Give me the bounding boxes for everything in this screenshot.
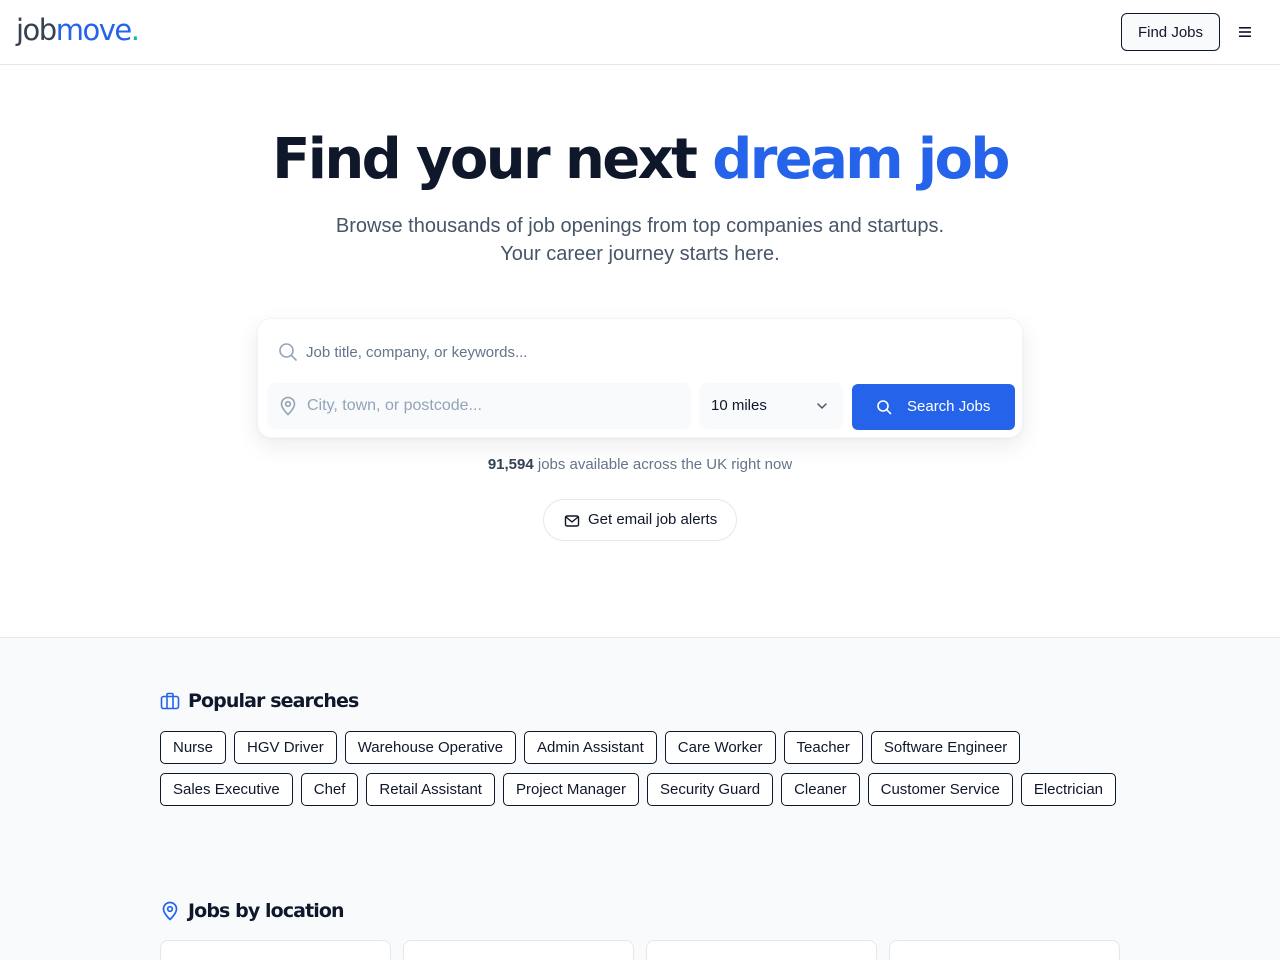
popular-search-chip[interactable]: Nurse [160, 731, 227, 764]
popular-search-chip[interactable]: Customer Service [867, 773, 1013, 806]
location-card[interactable] [889, 940, 1120, 960]
hero-subtitle-line2: Your career journey starts here. [500, 243, 780, 265]
location-cards [160, 940, 1120, 960]
chevron-down-icon [817, 403, 827, 409]
popular-search-chip[interactable]: Sales Executive [160, 773, 293, 806]
jobs-count-number: 91,594 [487, 456, 534, 473]
popular-search-chip[interactable]: Retail Assistant [366, 773, 495, 806]
search-jobs-button[interactable]: Search Jobs [852, 384, 1015, 430]
popular-search-chip[interactable]: Warehouse Operative [344, 731, 517, 764]
popular-search-chip[interactable]: Admin Assistant [524, 731, 657, 764]
logo-text-move: move [55, 13, 133, 47]
popular-searches-title: Popular searches [188, 690, 359, 712]
map-pin-icon [280, 396, 296, 416]
location-input[interactable] [307, 383, 687, 429]
popular-search-chip[interactable]: Chef [300, 773, 359, 806]
popular-search-chip[interactable]: Software Engineer [870, 731, 1021, 764]
map-pin-icon [162, 901, 178, 921]
hamburger-menu-icon [1239, 27, 1251, 37]
popular-search-chip[interactable]: Care Worker [664, 731, 776, 764]
lower-section: Popular searches Nurse HGV Driver Wareho… [0, 637, 1280, 960]
popular-search-chip[interactable]: Cleaner [781, 773, 860, 806]
popular-search-chip[interactable]: Electrician [1020, 773, 1117, 806]
keyword-row [268, 329, 1014, 375]
location-card[interactable] [160, 940, 391, 960]
radius-select[interactable]: 10 miles [699, 383, 843, 429]
location-field[interactable] [267, 383, 691, 429]
email-job-alerts-label: Get email job alerts [588, 511, 718, 528]
menu-button[interactable] [1234, 22, 1258, 42]
jobs-count-suffix: jobs available across the UK right now [533, 456, 793, 473]
popular-search-chip[interactable]: Project Manager [502, 773, 640, 806]
hero-title: Find your next dream job [0, 124, 1280, 196]
site-header: jobmove. Find Jobs [0, 0, 1280, 65]
jobs-by-location-heading: Jobs by location [160, 898, 345, 924]
hero-subtitle: Browse thousands of job openings from to… [0, 212, 1280, 268]
find-jobs-button[interactable]: Find Jobs [1121, 13, 1220, 51]
logo-text-dot: . [130, 13, 140, 47]
radius-select-value: 10 miles [711, 397, 767, 414]
briefcase-icon [160, 692, 180, 710]
hero-title-accent: dream job [712, 127, 1010, 192]
search-card: 10 miles Search Jobs [257, 318, 1023, 438]
jobmove-logo[interactable]: jobmove. [16, 12, 140, 48]
email-job-alerts-button[interactable]: Get email job alerts [543, 499, 737, 541]
hero-subtitle-line1: Browse thousands of job openings from to… [335, 215, 945, 237]
location-card[interactable] [403, 940, 634, 960]
mail-icon [564, 515, 580, 527]
popular-searches-list: Nurse HGV Driver Warehouse Operative Adm… [160, 731, 1120, 806]
hero-title-main: Find your next [272, 127, 713, 192]
keyword-search-input[interactable] [306, 329, 1006, 375]
popular-search-chip[interactable]: Teacher [783, 731, 863, 764]
popular-searches-heading: Popular searches [160, 688, 359, 714]
search-icon [279, 343, 297, 361]
search-jobs-button-label: Search Jobs [907, 398, 991, 415]
jobs-count: 91,594 jobs available across the UK righ… [0, 455, 1280, 475]
logo-text-job: job [16, 13, 57, 47]
popular-search-chip[interactable]: HGV Driver [234, 731, 337, 764]
popular-search-chip[interactable]: Security Guard [647, 773, 774, 806]
jobs-by-location-title: Jobs by location [188, 900, 345, 922]
location-card[interactable] [646, 940, 877, 960]
search-icon [877, 400, 892, 415]
